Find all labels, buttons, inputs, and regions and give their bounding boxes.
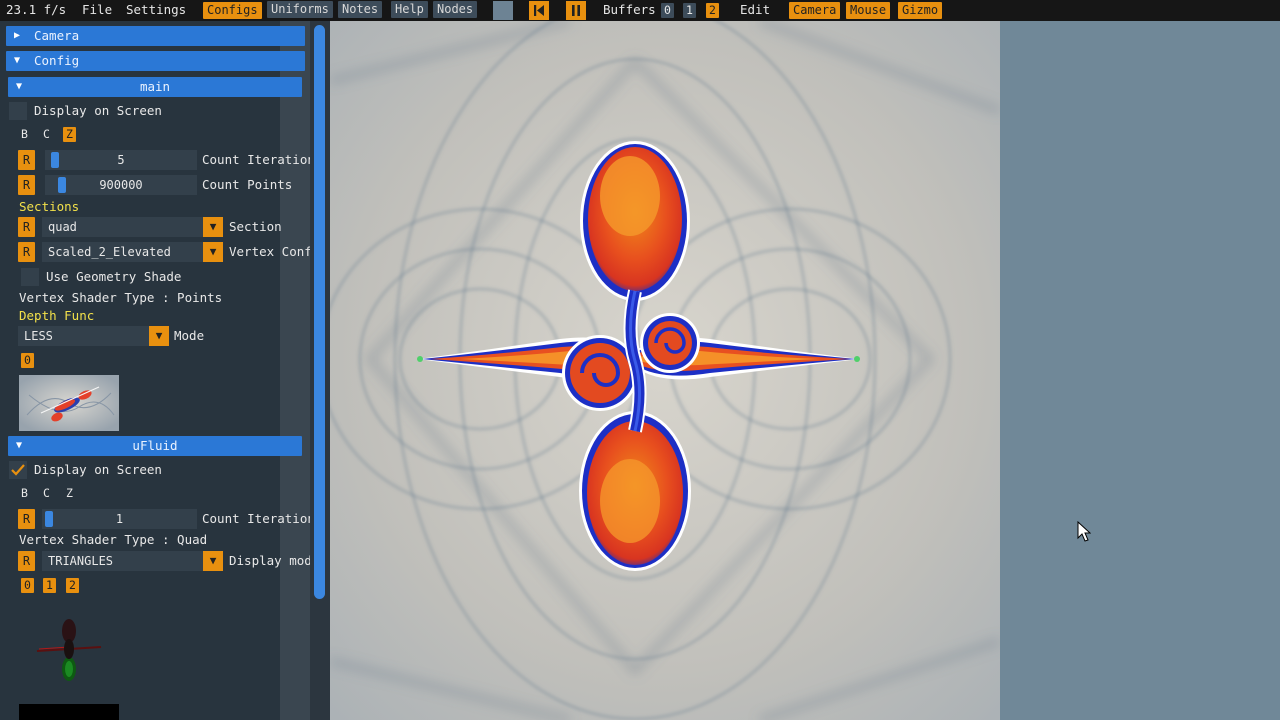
main-display-checkbox[interactable] <box>9 102 27 120</box>
section-value: quad <box>48 220 77 234</box>
buffer-1-button[interactable]: 1 <box>683 3 696 18</box>
ufluid-buffer-2-button[interactable]: 2 <box>66 578 79 593</box>
count-iteration-slider[interactable]: 5 <box>45 150 197 170</box>
ufluid-display-checkbox[interactable] <box>9 461 27 479</box>
reset-display-mode-button[interactable]: R <box>18 551 35 571</box>
count-points-label: Count Points <box>202 177 293 192</box>
main-display-label: Display on Screen <box>34 103 162 118</box>
fluid-simulation-render <box>330 21 1000 720</box>
main-vertex-shader-type: Vertex Shader Type : Points <box>19 290 223 305</box>
configs-button[interactable]: Configs <box>203 2 262 19</box>
main-c-button[interactable]: C <box>40 127 53 142</box>
help-button[interactable]: Help <box>391 1 428 18</box>
ufluid-buffer-thumbnail[interactable] <box>19 601 119 701</box>
display-mode-value: TRIANGLES <box>48 554 114 568</box>
main-buffer-thumbnail[interactable] <box>19 375 119 431</box>
reset-vertex-conf-button[interactable]: R <box>18 242 35 262</box>
config-header-label: Config <box>34 53 80 68</box>
ufluid-buffer-0-button[interactable]: 0 <box>21 578 34 593</box>
vertex-conf-value: Scaled_2_Elevated <box>48 245 171 259</box>
uniforms-button[interactable]: Uniforms <box>267 1 333 18</box>
count-points-value: 900000 <box>99 178 143 192</box>
buffer-0-button[interactable]: 0 <box>661 3 674 18</box>
ufluid-buffer-thumbnail-2[interactable] <box>19 704 119 720</box>
edit-menu[interactable]: Edit <box>740 2 770 17</box>
count-points-slider[interactable]: 900000 <box>45 175 197 195</box>
sidebar-scrollbar[interactable] <box>310 21 330 720</box>
ufluid-z-button[interactable]: Z <box>63 486 76 501</box>
mouse-cursor-icon <box>1077 521 1091 542</box>
scrollbar-thumb[interactable] <box>314 25 325 599</box>
ufluid-c-button[interactable]: C <box>40 486 53 501</box>
count-iteration-label: Count Iteration <box>202 152 315 167</box>
depth-func-title: Depth Func <box>19 308 95 323</box>
display-mode-label: Display mod <box>229 553 312 568</box>
depth-mode-value: LESS <box>24 329 53 343</box>
settings-menu[interactable]: Settings <box>126 2 186 17</box>
buffers-label: Buffers <box>603 2 656 17</box>
section-label: Section <box>229 219 282 234</box>
sections-title: Sections <box>19 199 80 214</box>
sidebar-backdrop <box>280 21 310 720</box>
ufluid-display-label: Display on Screen <box>34 462 162 477</box>
reset-ufluid-count-iteration-button[interactable]: R <box>18 509 35 529</box>
main-header[interactable]: ▼ main <box>8 77 302 97</box>
ufluid-vertex-shader-type: Vertex Shader Type : Quad <box>19 532 208 547</box>
section-combo[interactable]: quad ▼ <box>42 217 223 237</box>
chevron-down-icon[interactable]: ▼ <box>149 326 169 346</box>
pause-icon[interactable] <box>566 1 586 20</box>
render-viewport[interactable] <box>330 21 1000 720</box>
vertex-conf-label: Vertex Conf <box>229 244 312 259</box>
vertex-conf-combo[interactable]: Scaled_2_Elevated ▼ <box>42 242 223 262</box>
skip-back-icon[interactable] <box>529 1 549 20</box>
file-menu[interactable]: File <box>82 2 112 17</box>
ufluid-count-iteration-label: Count Iteration <box>202 511 315 526</box>
main-b-button[interactable]: B <box>18 127 31 142</box>
ufluid-buffer-1-button[interactable]: 1 <box>43 578 56 593</box>
depth-mode-label: Mode <box>174 328 205 343</box>
main-header-label: main <box>139 79 171 94</box>
color-swatch-button[interactable] <box>493 1 513 20</box>
config-header[interactable]: ▼ Config <box>6 51 305 71</box>
ufluid-header[interactable]: ▼ uFluid <box>8 436 302 456</box>
depth-mode-combo[interactable]: LESS ▼ <box>18 326 169 346</box>
ufluid-b-button[interactable]: B <box>18 486 31 501</box>
nodes-button[interactable]: Nodes <box>433 1 478 18</box>
notes-button[interactable]: Notes <box>338 1 383 18</box>
camera-toggle[interactable]: Camera <box>789 2 841 19</box>
reset-count-points-button[interactable]: R <box>18 175 35 195</box>
display-mode-combo[interactable]: TRIANGLES ▼ <box>42 551 223 571</box>
mouse-toggle[interactable]: Mouse <box>846 2 891 19</box>
use-geometry-label: Use Geometry Shade <box>46 269 182 284</box>
gizmo-toggle[interactable]: Gizmo <box>898 2 943 19</box>
chevron-down-icon[interactable]: ▼ <box>203 217 223 237</box>
triangle-right-icon: ▶ <box>14 30 21 41</box>
camera-header[interactable]: ▶ Camera <box>6 26 305 46</box>
triangle-down-icon: ▼ <box>14 55 21 66</box>
buffer-2-button[interactable]: 2 <box>706 3 719 18</box>
check-icon <box>11 464 25 476</box>
ufluid-header-label: uFluid <box>132 438 178 453</box>
config-sidebar: ▶ Camera ▼ Config ▼ main Display on Scre… <box>0 21 330 720</box>
camera-header-label: Camera <box>34 28 80 43</box>
chevron-down-icon[interactable]: ▼ <box>203 551 223 571</box>
main-buffer-0-button[interactable]: 0 <box>21 353 34 368</box>
fps-readout: 23.1 f/s <box>6 2 67 17</box>
reset-count-iteration-button[interactable]: R <box>18 150 35 170</box>
menu-bar: 23.1 f/s File Settings Configs Uniforms … <box>0 0 1280 21</box>
chevron-down-icon[interactable]: ▼ <box>203 242 223 262</box>
ufluid-count-iteration-slider[interactable]: 1 <box>42 509 197 529</box>
reset-section-button[interactable]: R <box>18 217 35 237</box>
main-z-button[interactable]: Z <box>63 127 76 142</box>
ufluid-count-iteration-value: 1 <box>115 512 124 526</box>
use-geometry-checkbox[interactable] <box>21 268 39 286</box>
count-iteration-value: 5 <box>117 153 125 167</box>
